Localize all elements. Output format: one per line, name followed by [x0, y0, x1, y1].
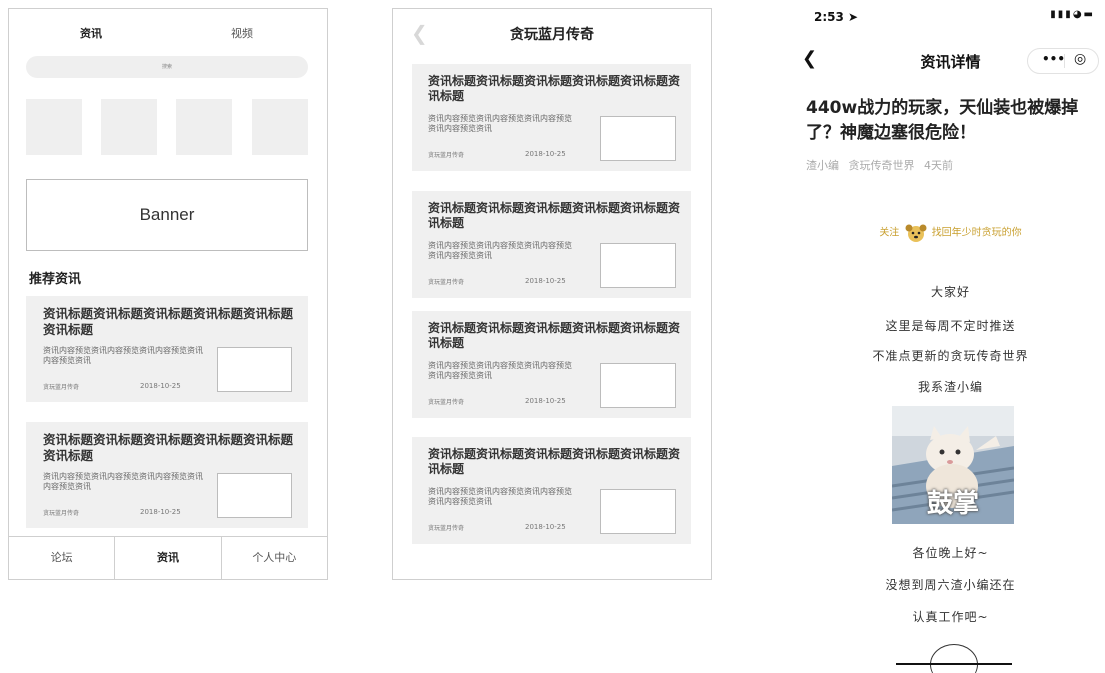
- close-target-icon[interactable]: ◎: [1074, 51, 1086, 67]
- category-tile[interactable]: [26, 99, 82, 155]
- status-icons: ▮▮▮◕▬: [1050, 9, 1095, 20]
- signal-icon: ▮▮▮: [1050, 9, 1073, 20]
- article-source[interactable]: 贪玩传奇世界: [849, 159, 915, 172]
- card-desc: 资讯内容预览资讯内容预览资讯内容预览资讯内容预览资讯: [43, 472, 203, 492]
- card-title: 资讯标题资讯标题资讯标题资讯标题资讯标题资讯标题: [428, 201, 681, 230]
- category-tile[interactable]: [252, 99, 308, 155]
- miniprogram-capsule: ••• ◎: [1027, 48, 1099, 74]
- page-title: 贪玩蓝月传奇: [510, 27, 594, 43]
- more-icon[interactable]: •••: [1042, 52, 1065, 66]
- card-thumbnail: [600, 116, 676, 161]
- news-list-screen: 资讯 视频 搜索 Banner 推荐资讯 资讯标题资讯标题资讯标题资讯标题资讯标…: [8, 8, 328, 580]
- card-desc: 资讯内容预览资讯内容预览资讯内容预览资讯内容预览资讯: [428, 361, 572, 381]
- article-meta: 渣小编 贪玩传奇世界 4天前: [806, 157, 959, 173]
- article-author[interactable]: 渣小编: [806, 159, 839, 172]
- article-line: 大家好: [930, 285, 970, 299]
- clapping-cat-image: 鼓掌: [892, 406, 1014, 524]
- tab-video[interactable]: 视频: [231, 25, 253, 41]
- news-card[interactable]: 资讯标题资讯标题资讯标题资讯标题资讯标题资讯标题 资讯内容预览资讯内容预览资讯内…: [26, 296, 308, 402]
- image-caption: 鼓掌: [926, 489, 979, 519]
- card-source: 贪玩蓝月传奇: [43, 384, 80, 391]
- card-title: 资讯标题资讯标题资讯标题资讯标题资讯标题资讯标题: [428, 447, 681, 476]
- card-source: 贪玩蓝月传奇: [428, 399, 465, 406]
- nav-forum[interactable]: 论坛: [9, 537, 116, 579]
- card-title: 资讯标题资讯标题资讯标题资讯标题资讯标题资讯标题: [43, 432, 294, 463]
- article-line: 各位晚上好~: [912, 546, 989, 560]
- card-date: 2018-10-25: [525, 150, 566, 158]
- follow-text: 找回年少时贪玩的你: [931, 227, 1022, 239]
- article-line: 没想到周六渣小编还在: [885, 578, 1016, 592]
- header: ❮ 贪玩蓝月传奇: [393, 9, 711, 57]
- bottom-nav: 论坛 资讯 个人中心: [9, 536, 327, 579]
- card-source: 贪玩蓝月传奇: [428, 152, 465, 159]
- banner[interactable]: Banner: [26, 179, 308, 251]
- nav-news[interactable]: 资讯: [115, 537, 222, 579]
- search-input[interactable]: 搜索: [26, 56, 308, 78]
- card-thumbnail: [217, 473, 292, 518]
- news-card[interactable]: 资讯标题资讯标题资讯标题资讯标题资讯标题资讯标题 资讯内容预览资讯内容预览资讯内…: [412, 64, 691, 171]
- card-date: 2018-10-25: [140, 508, 181, 516]
- card-source: 贪玩蓝月传奇: [428, 525, 465, 532]
- card-desc: 资讯内容预览资讯内容预览资讯内容预览资讯内容预览资讯: [43, 346, 203, 366]
- nav-profile[interactable]: 个人中心: [222, 537, 327, 579]
- article-line: 这里是每周不定时推送: [885, 319, 1016, 333]
- card-title: 资讯标题资讯标题资讯标题资讯标题资讯标题资讯标题: [428, 321, 681, 350]
- card-date: 2018-10-25: [140, 382, 181, 390]
- category-tile[interactable]: [101, 99, 157, 155]
- article-line: 认真工作吧~: [912, 610, 989, 624]
- article-line: 我系渣小编: [917, 380, 983, 394]
- card-desc: 资讯内容预览资讯内容预览资讯内容预览资讯内容预览资讯: [428, 114, 572, 134]
- news-card[interactable]: 资讯标题资讯标题资讯标题资讯标题资讯标题资讯标题 资讯内容预览资讯内容预览资讯内…: [412, 311, 691, 418]
- section-title: 推荐资讯: [29, 272, 82, 287]
- card-thumbnail: [600, 363, 676, 408]
- card-desc: 资讯内容预览资讯内容预览资讯内容预览资讯内容预览资讯: [428, 241, 572, 261]
- status-time: 2:53 ➤: [814, 10, 859, 24]
- follow-banner: 关注 找回年少时贪玩的你: [796, 222, 1105, 244]
- card-thumbnail: [600, 243, 676, 288]
- card-title: 资讯标题资讯标题资讯标题资讯标题资讯标题资讯标题: [428, 74, 681, 103]
- news-card[interactable]: 资讯标题资讯标题资讯标题资讯标题资讯标题资讯标题 资讯内容预览资讯内容预览资讯内…: [412, 191, 691, 298]
- news-detail-screen: 2:53 ➤ ▮▮▮◕▬ ❮ 资讯详情 ••• ◎ 440w战力的玩家，天仙装也…: [796, 0, 1105, 673]
- footer-ornament: [930, 644, 978, 673]
- news-card[interactable]: 资讯标题资讯标题资讯标题资讯标题资讯标题资讯标题 资讯内容预览资讯内容预览资讯内…: [26, 422, 308, 528]
- capsule-divider: [1064, 54, 1065, 68]
- category-tile[interactable]: [176, 99, 232, 155]
- article-title: 440w战力的玩家，天仙装也被爆掉了？神魔边塞很危险！: [806, 98, 1079, 143]
- card-thumbnail: [600, 489, 676, 534]
- card-source: 贪玩蓝月传奇: [43, 510, 80, 517]
- card-date: 2018-10-25: [525, 397, 566, 405]
- top-tabs: 资讯 视频: [9, 9, 327, 57]
- card-date: 2018-10-25: [525, 277, 566, 285]
- tab-news[interactable]: 资讯: [80, 25, 102, 41]
- footer-divider: [896, 663, 1012, 665]
- card-thumbnail: [217, 347, 292, 392]
- dog-mascot-icon: [905, 224, 926, 242]
- card-date: 2018-10-25: [525, 523, 566, 531]
- battery-icon: ▬: [1083, 9, 1095, 20]
- card-source: 贪玩蓝月传奇: [428, 279, 465, 286]
- wifi-icon: ◕: [1072, 9, 1084, 20]
- article-line: 不准点更新的贪玩传奇世界: [872, 349, 1029, 363]
- card-title: 资讯标题资讯标题资讯标题资讯标题资讯标题资讯标题: [43, 306, 294, 337]
- location-arrow-icon: ➤: [848, 10, 859, 24]
- category-news-screen: ❮ 贪玩蓝月传奇 资讯标题资讯标题资讯标题资讯标题资讯标题资讯标题 资讯内容预览…: [392, 8, 712, 580]
- follow-prefix: 关注: [879, 227, 900, 239]
- card-desc: 资讯内容预览资讯内容预览资讯内容预览资讯内容预览资讯: [428, 487, 572, 507]
- news-card[interactable]: 资讯标题资讯标题资讯标题资讯标题资讯标题资讯标题 资讯内容预览资讯内容预览资讯内…: [412, 437, 691, 544]
- article-time: 4天前: [924, 159, 953, 172]
